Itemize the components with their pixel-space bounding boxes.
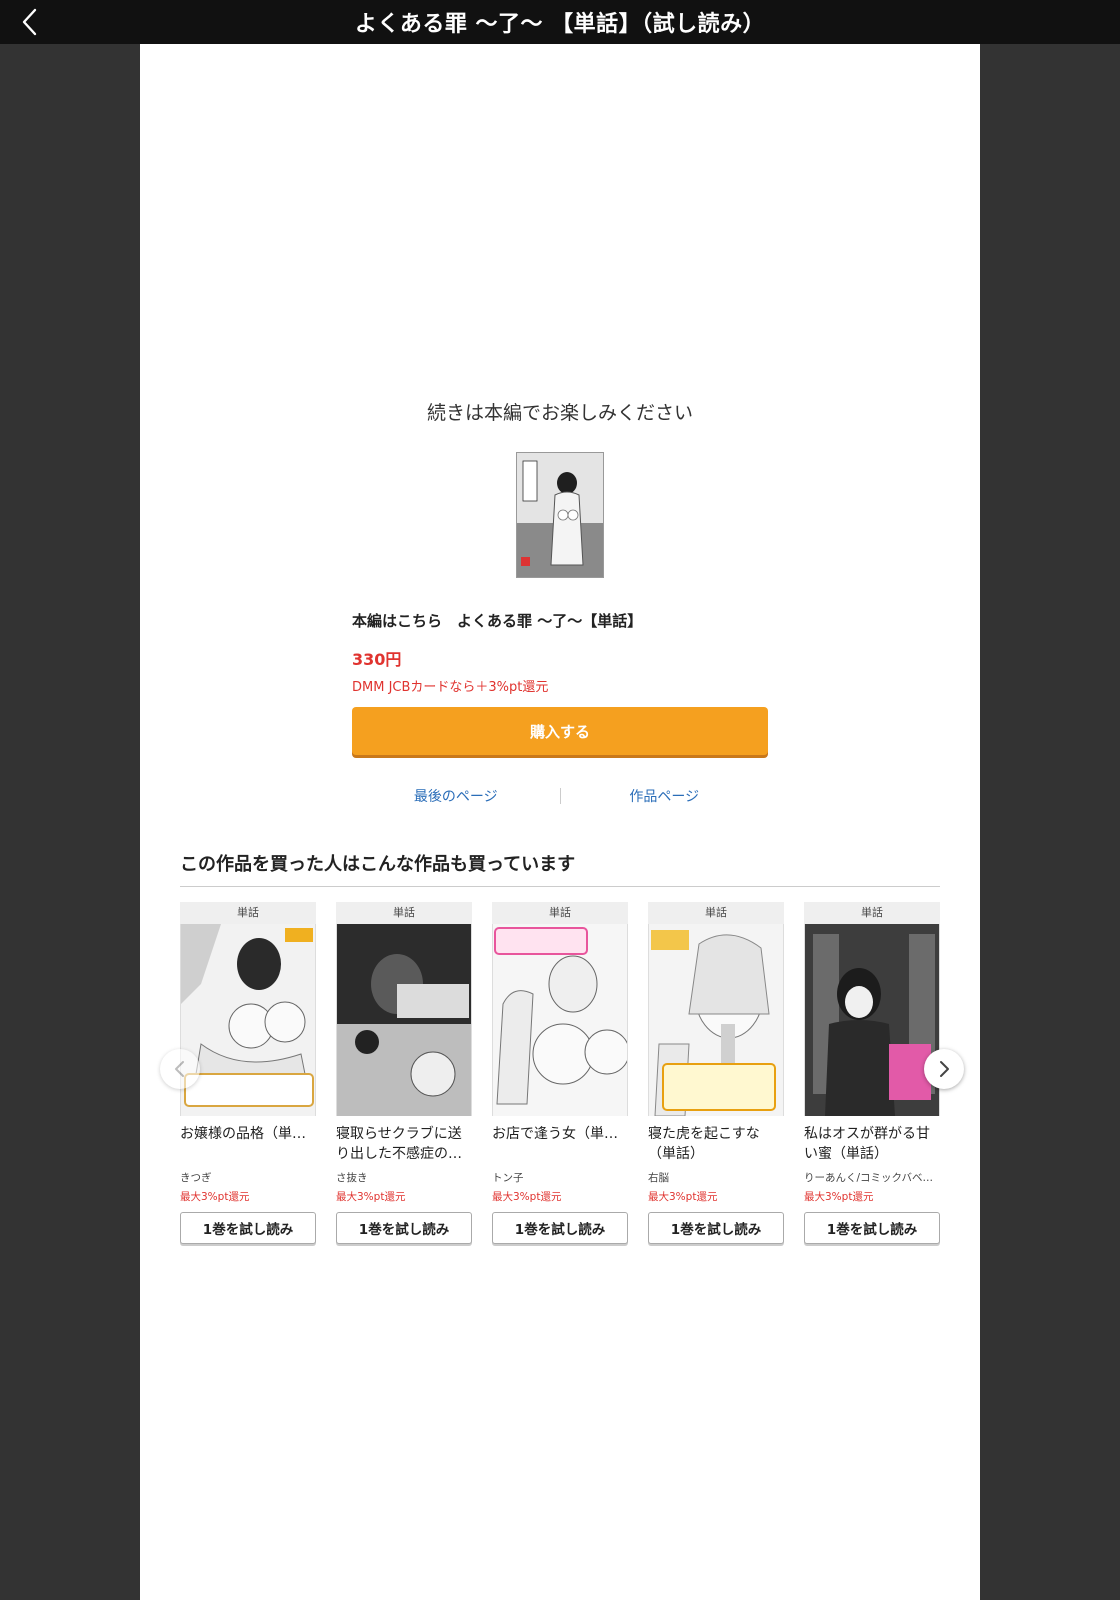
page-title: よくある罪 〜了〜 【単話】（試し読み） [354, 12, 766, 37]
trial-read-button[interactable]: 1巻を試し読み [492, 1212, 628, 1244]
carousel-prev-button[interactable] [160, 1049, 200, 1089]
format-badge: 単話 [648, 902, 784, 924]
trial-read-button[interactable]: 1巻を試し読み [648, 1212, 784, 1244]
recommendation-author[interactable]: りーあんく/コミックバベ… [804, 1170, 940, 1185]
recommendation-points: 最大3%pt還元 [492, 1191, 562, 1203]
continue-message: 続きは本編でお楽しみください [426, 402, 693, 424]
chevron-left-icon [175, 1061, 184, 1077]
recommendation-author[interactable]: さ抜き [336, 1170, 472, 1185]
recommendation-points: 最大3%pt還元 [180, 1191, 250, 1203]
format-badge: 単話 [804, 902, 940, 924]
back-button[interactable] [14, 6, 46, 38]
purchase-block: 本編はこちら よくある罪 〜了〜【単話】 330円 DMM JCBカードなら＋3… [352, 610, 768, 755]
recommendation-points: 最大3%pt還元 [648, 1191, 718, 1203]
recommendation-cover[interactable] [648, 924, 784, 1116]
recommendation-card[interactable]: 単話 お嬢様の品格（単… きつぎ 最大3%pt還元 1巻を試し読み [180, 902, 316, 1244]
last-page-link[interactable]: 最後のページ [352, 786, 560, 806]
recommendation-cover[interactable] [180, 924, 316, 1116]
content-area: 続きは本編でお楽しみください 本編はこちら よくある罪 〜了〜【単話】 330円… [140, 44, 980, 1600]
carousel-next-button[interactable] [924, 1049, 964, 1089]
recommendation-cover[interactable] [336, 924, 472, 1116]
recommendation-author[interactable]: 右脳 [648, 1170, 784, 1185]
card-cashback-note: DMM JCBカードなら＋3%pt還元 [352, 680, 549, 695]
recommendation-card[interactable]: 単話 私はオスが群がる甘い蜜（単話） りーあんく/コミックバベ… 最大3%pt還… [804, 902, 940, 1244]
recommendation-points: 最大3%pt還元 [336, 1191, 406, 1203]
recommendation-cover[interactable] [492, 924, 628, 1116]
trial-read-button[interactable]: 1巻を試し読み [180, 1212, 316, 1244]
main-cover-image[interactable] [516, 452, 604, 578]
recommendations-heading: この作品を買った人はこんな作品も買っています [180, 850, 940, 887]
format-badge: 単話 [180, 902, 316, 924]
recommendation-title[interactable]: 私はオスが群がる甘い蜜（単話） [804, 1124, 940, 1164]
recommendations-carousel: 単話 お嬢様の品格（単… きつぎ 最大3%pt還元 1巻を試し読み 単話 寝取ら… [180, 902, 940, 1244]
recommendation-title[interactable]: お店で逢う女（単… [492, 1124, 628, 1164]
recommendation-author[interactable]: トン子 [492, 1170, 628, 1185]
top-bar: よくある罪 〜了〜 【単話】（試し読み） [0, 0, 1120, 44]
recommendation-title[interactable]: 寝た虎を起こすな（単話） [648, 1124, 784, 1164]
format-badge: 単話 [336, 902, 472, 924]
format-badge: 単話 [492, 902, 628, 924]
price: 330円 [352, 650, 402, 669]
main-edition-title[interactable]: 本編はこちら よくある罪 〜了〜【単話】 [352, 610, 768, 632]
page-links: 最後のページ 作品ページ [352, 784, 768, 808]
chevron-left-icon [22, 8, 37, 36]
recommendation-card[interactable]: 単話 寝取らせクラブに送り出した不感症の… さ抜き 最大3%pt還元 1巻を試し… [336, 902, 472, 1244]
recommendation-title[interactable]: 寝取らせクラブに送り出した不感症の… [336, 1124, 472, 1164]
recommendation-cover[interactable] [804, 924, 940, 1116]
purchase-button[interactable]: 購入する [352, 707, 768, 755]
trial-read-button[interactable]: 1巻を試し読み [336, 1212, 472, 1244]
trial-read-button[interactable]: 1巻を試し読み [804, 1212, 940, 1244]
recommendation-card[interactable]: 単話 お店で逢う女（単… トン子 最大3%pt還元 1巻を試し読み [492, 902, 628, 1244]
recommendation-author[interactable]: きつぎ [180, 1170, 316, 1185]
recommendation-points: 最大3%pt還元 [804, 1191, 874, 1203]
chevron-right-icon [940, 1061, 949, 1077]
recommendation-title[interactable]: お嬢様の品格（単… [180, 1124, 316, 1164]
work-page-link[interactable]: 作品ページ [561, 786, 769, 806]
recommendation-card[interactable]: 単話 寝た虎を起こすな（単話） 右脳 最大3%pt還元 1巻を試し読み [648, 902, 784, 1244]
